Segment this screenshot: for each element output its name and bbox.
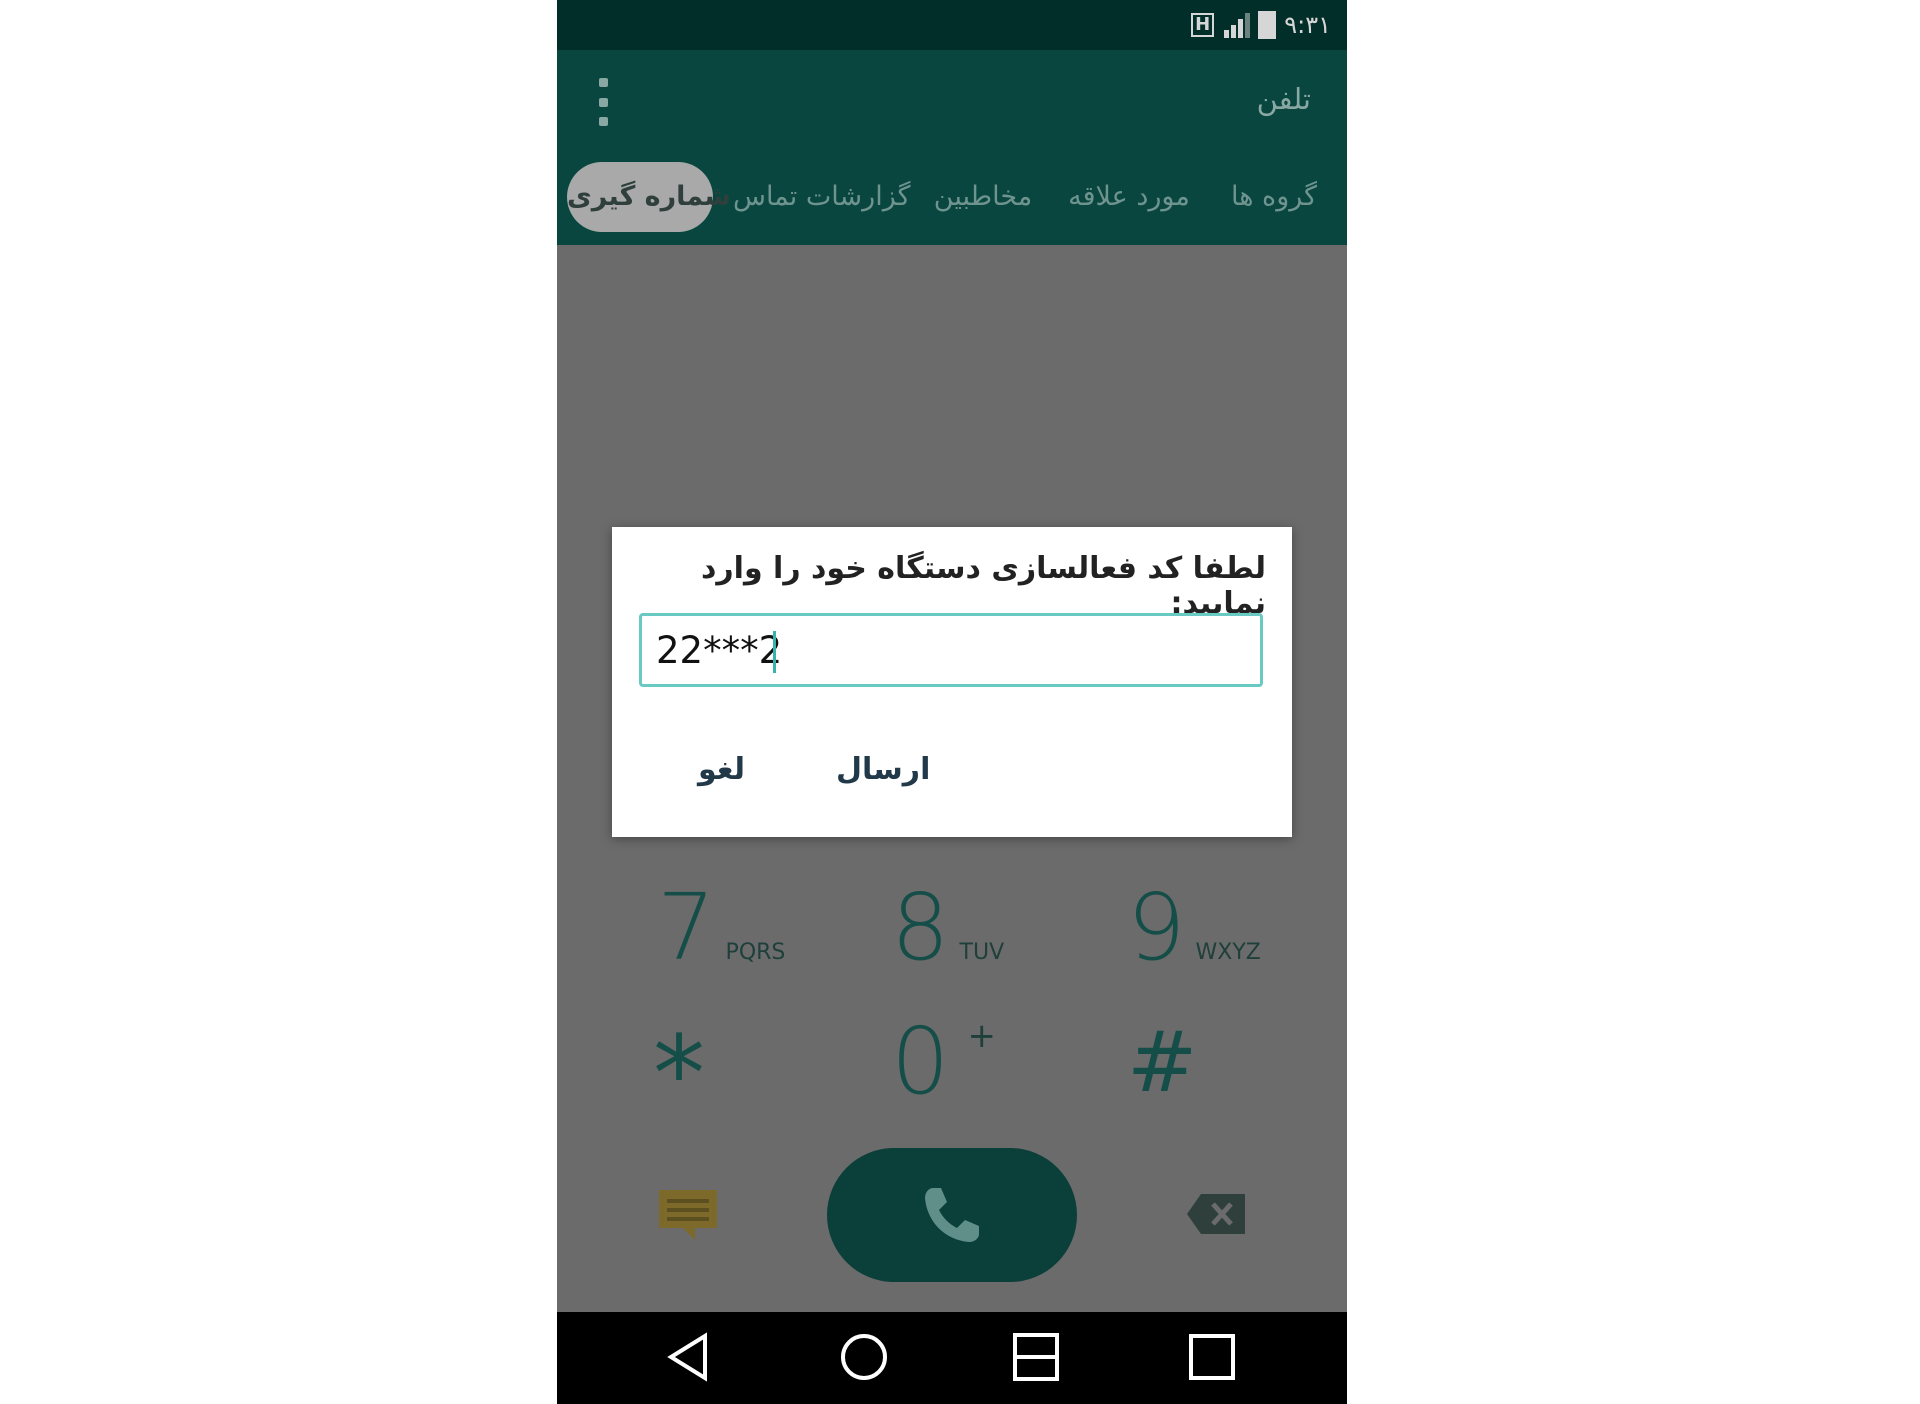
back-icon[interactable]: [665, 1332, 715, 1386]
call-button[interactable]: [827, 1148, 1077, 1282]
network-type-icon: H: [1191, 13, 1215, 37]
tab-contacts[interactable]: مخاطبین: [923, 162, 1043, 232]
recent-apps-icon[interactable]: [1187, 1332, 1237, 1386]
key-letters: PQRS: [725, 940, 786, 965]
more-options-icon[interactable]: [595, 78, 611, 126]
phone-icon: [925, 1188, 979, 1242]
phone-screen: H ۹:۳۱ تلفن شماره گیری گزارشات تماس مخاط…: [557, 0, 1347, 1404]
tab-dialer[interactable]: شماره گیری: [567, 162, 731, 232]
key-digit: 0: [891, 1008, 950, 1115]
key-0[interactable]: 0 +: [891, 1016, 996, 1108]
message-icon[interactable]: [657, 1186, 719, 1248]
app-title: تلفن: [1256, 82, 1311, 116]
key-star[interactable]: *: [653, 1022, 705, 1126]
send-button[interactable]: ارسال: [836, 752, 930, 787]
key-digit: 9: [1127, 874, 1186, 981]
tab-groups[interactable]: گروه ها: [1219, 162, 1329, 232]
app-header: تلفن شماره گیری گزارشات تماس مخاطبین مور…: [557, 50, 1347, 245]
dual-window-icon[interactable]: [1011, 1332, 1061, 1386]
navigation-bar: [557, 1312, 1347, 1404]
activation-code-input[interactable]: [639, 613, 1263, 687]
status-bar: H ۹:۳۱: [557, 0, 1347, 50]
key-digit: 7: [657, 874, 716, 981]
tab-bar: شماره گیری گزارشات تماس مخاطبین مورد علا…: [557, 162, 1347, 232]
key-7[interactable]: 7 PQRS: [657, 882, 785, 974]
cancel-button[interactable]: لغو: [698, 752, 745, 787]
tab-favorites[interactable]: مورد علاقه: [1059, 162, 1199, 232]
key-digit: 8: [891, 874, 950, 981]
status-icons: H ۹:۳۱: [1191, 8, 1331, 42]
text-cursor: [773, 631, 776, 673]
battery-icon: [1258, 11, 1277, 39]
dialog-message: لطفا کد فعالسازی دستگاه خود را وارد نمای…: [701, 551, 1266, 621]
key-8[interactable]: 8 TUV: [891, 882, 1004, 974]
key-9[interactable]: 9 WXYZ: [1127, 882, 1261, 974]
home-icon[interactable]: [839, 1332, 889, 1386]
activation-dialog: لطفا کد فعالسازی دستگاه خود را وارد نمای…: [612, 527, 1292, 837]
key-letters: TUV: [959, 940, 1005, 965]
signal-icon: [1222, 12, 1251, 38]
backspace-icon[interactable]: [1185, 1192, 1247, 1240]
key-letters: WXYZ: [1195, 940, 1261, 965]
status-time: ۹:۳۱: [1284, 11, 1331, 39]
key-letters: +: [967, 1016, 997, 1056]
tab-call-logs[interactable]: گزارشات تماس: [733, 162, 910, 232]
key-hash[interactable]: #: [1127, 1020, 1197, 1104]
